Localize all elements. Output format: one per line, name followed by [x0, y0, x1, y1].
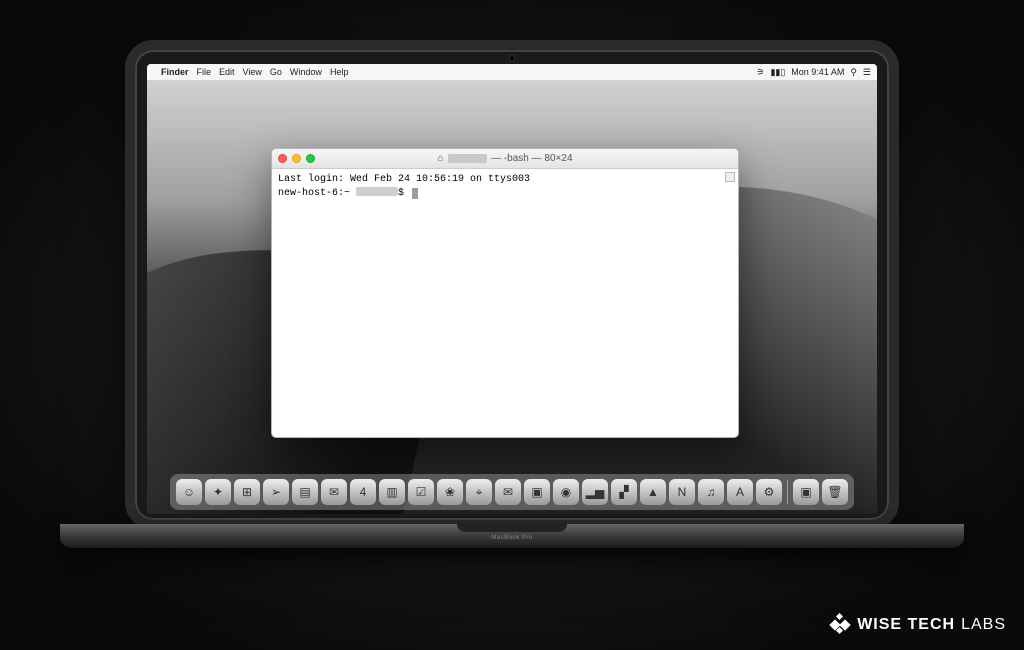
dock: ☺ ✦ ⊞ ➢ ▤ ✉ 4 ▥ ☑ ❀ ⌖ ✉ ▣ ◉ ▂▅ ▞ ▲ N ♫ A	[170, 474, 854, 510]
dock-trash-icon[interactable]: 🗑	[822, 479, 848, 505]
minimize-button[interactable]	[292, 154, 301, 163]
dock-podcasts-icon[interactable]: ◉	[553, 479, 579, 505]
dock-stocks-icon[interactable]: ▞	[611, 479, 637, 505]
webcam	[509, 55, 515, 61]
dock-keynote-icon[interactable]: ▲	[640, 479, 666, 505]
dock-facetime-icon[interactable]: ▣	[524, 479, 550, 505]
laptop-model-label: MacBook Pro	[491, 535, 533, 541]
laptop-frame: Finder File Edit View Go Window Help ⚞ ▮…	[125, 40, 899, 570]
title-suffix: — -bash — 80×24	[491, 153, 572, 164]
battery-icon[interactable]: ▮▮▯	[770, 67, 785, 78]
dock-maps-icon[interactable]: ⌖	[466, 479, 492, 505]
dock-notes-icon[interactable]: ▥	[379, 479, 405, 505]
menu-go[interactable]: Go	[270, 67, 282, 77]
laptop-base: MacBook Pro	[60, 524, 964, 548]
dock-photos-icon[interactable]: ❀	[437, 479, 463, 505]
dock-launchpad-icon[interactable]: ⊞	[234, 479, 260, 505]
dock-activity-icon[interactable]: ▂▅	[582, 479, 608, 505]
terminal-prompt: new-host-6:~ user$	[278, 187, 732, 201]
dock-settings-icon[interactable]: ⚙	[756, 479, 782, 505]
desktop[interactable]: Finder File Edit View Go Window Help ⚞ ▮…	[147, 64, 877, 514]
app-menu[interactable]: Finder	[161, 67, 189, 77]
dock-mail-icon[interactable]: ✉	[321, 479, 347, 505]
home-icon: ⌂	[437, 153, 443, 164]
terminal-content[interactable]: Last login: Wed Feb 24 10:56:19 on ttys0…	[272, 169, 738, 437]
search-icon[interactable]: ⚲	[850, 67, 857, 78]
menu-window[interactable]: Window	[290, 67, 322, 77]
window-title: ⌂ user — -bash — 80×24	[272, 153, 738, 164]
clock[interactable]: Mon 9:41 AM	[791, 67, 844, 77]
dock-messages-icon[interactable]: ✉	[495, 479, 521, 505]
watermark: WISE TECH LABS	[829, 614, 1006, 636]
redacted-username: user	[356, 187, 398, 196]
scroll-indicator-icon	[725, 172, 735, 182]
window-titlebar[interactable]: ⌂ user — -bash — 80×24	[272, 149, 738, 169]
menu-view[interactable]: View	[243, 67, 262, 77]
menu-help[interactable]: Help	[330, 67, 349, 77]
terminal-window[interactable]: ⌂ user — -bash — 80×24 Last login: Wed F…	[271, 148, 739, 438]
menu-edit[interactable]: Edit	[219, 67, 235, 77]
dock-music-icon[interactable]: ♫	[698, 479, 724, 505]
redacted-username: user	[448, 154, 488, 163]
dock-separator	[787, 480, 788, 504]
screen-bezel: Finder File Edit View Go Window Help ⚞ ▮…	[125, 40, 899, 530]
dock-reminders-icon[interactable]: ☑	[408, 479, 434, 505]
dock-calendar-icon[interactable]: 4	[350, 479, 376, 505]
dock-appstore-icon[interactable]: A	[727, 479, 753, 505]
zoom-button[interactable]	[306, 154, 315, 163]
close-button[interactable]	[278, 154, 287, 163]
dock-contacts-icon[interactable]: ▤	[292, 479, 318, 505]
terminal-line: Last login: Wed Feb 24 10:56:19 on ttys0…	[278, 173, 732, 187]
cursor	[412, 188, 418, 199]
dock-compass-icon[interactable]: ➢	[263, 479, 289, 505]
watermark-brand: WISE TECH	[857, 616, 955, 634]
dock-news-icon[interactable]: N	[669, 479, 695, 505]
laptop-notch	[457, 524, 567, 532]
dock-downloads-icon[interactable]: ▣	[793, 479, 819, 505]
notification-center-icon[interactable]: ☰	[863, 67, 871, 78]
menu-file[interactable]: File	[197, 67, 212, 77]
dock-safari-icon[interactable]: ✦	[205, 479, 231, 505]
watermark-logo-icon	[829, 614, 851, 636]
menubar: Finder File Edit View Go Window Help ⚞ ▮…	[147, 64, 877, 80]
wifi-icon[interactable]: ⚞	[756, 67, 764, 78]
watermark-suffix: LABS	[961, 616, 1006, 634]
dock-finder-icon[interactable]: ☺	[176, 479, 202, 505]
